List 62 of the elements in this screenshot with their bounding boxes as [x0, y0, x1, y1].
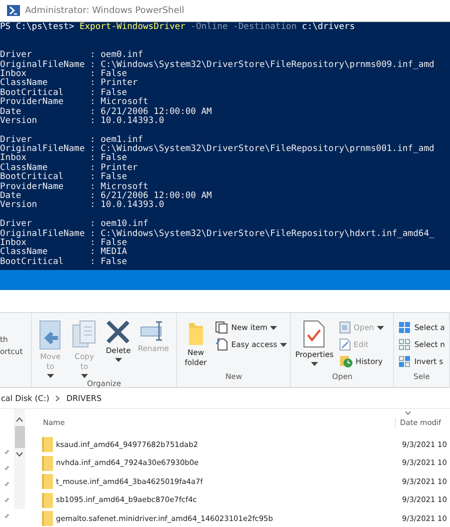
- output-line: Inbox : False: [0, 239, 128, 248]
- select-none-icon: [398, 338, 412, 351]
- output-line: BootCritical : False: [0, 88, 128, 98]
- scroll-down-icon[interactable]: [16, 452, 23, 457]
- powershell-icon: [7, 5, 20, 16]
- pin-icon: [3, 481, 11, 487]
- output-line: Driver : oem0.inf: [0, 51, 143, 60]
- pin-icon: [3, 513, 11, 519]
- breadcrumb-item[interactable]: DRIVERS: [66, 394, 102, 402]
- output-line: Driver : oem10.inf: [0, 220, 148, 230]
- breadcrumb-item[interactable]: cal Disk (C:): [1, 394, 50, 402]
- folder-icon: [42, 473, 53, 490]
- pin-icon: [3, 465, 11, 471]
- close-icon: [106, 320, 130, 344]
- move-to-icon: [38, 320, 62, 350]
- select-all-icon: [398, 321, 412, 334]
- folder-icon: [42, 436, 53, 452]
- history-icon: [338, 355, 353, 368]
- invert-selection-icon: [398, 355, 412, 368]
- window-title: Administrator: Windows PowerShell: [25, 6, 184, 16]
- scroll-thumb[interactable]: [14, 426, 24, 448]
- document-icon: [215, 321, 228, 334]
- folder-icon: [42, 492, 53, 508]
- output-line: ClassName : Printer: [0, 79, 139, 88]
- pencil-document-icon: [338, 338, 351, 351]
- caret-icon: [114, 358, 122, 362]
- output-line: BootCritical : False: [0, 258, 128, 268]
- output-line: Date : 6/21/2006 12:00:00 AM: [0, 108, 213, 117]
- caret-icon: [46, 374, 54, 378]
- output-line: Version : 10.0.14393.0: [0, 116, 166, 126]
- folder-icon: [188, 320, 204, 346]
- caret-icon: [270, 326, 278, 330]
- output-line: ProviderName : Microsoft: [0, 182, 150, 192]
- chevron-right-icon: [55, 394, 60, 402]
- document-icon: [215, 338, 228, 351]
- folder-icon: [42, 454, 53, 471]
- output-line: Date : 6/21/2006 12:00:00 AM: [0, 192, 213, 202]
- output-line: ClassName : Printer: [0, 164, 139, 173]
- caret-icon: [310, 362, 318, 366]
- output-line: BootCritical : False: [0, 173, 128, 182]
- scroll-up-icon[interactable]: [16, 417, 23, 422]
- output-line: Version : 10.0.14393.0: [0, 201, 166, 211]
- checked-document-icon: [303, 320, 326, 348]
- document-icon: [338, 321, 351, 334]
- output-line: OriginalFileName : C:\Windows\System32\DriverStore\FileRepository\prnms001.inf_amd: [0, 145, 436, 154]
- command-line: PS C:\ps\test> Export-WindowsDriver -Online -Destination c:\drivers: [0, 23, 356, 32]
- caret-icon: [80, 374, 88, 378]
- output-line: Inbox : False: [0, 154, 128, 164]
- caret-icon: [280, 342, 288, 346]
- output-line: Inbox : False: [0, 70, 128, 79]
- scrollbar[interactable]: [14, 409, 25, 509]
- pin-icon: [3, 449, 11, 455]
- folder-icon: [42, 510, 53, 526]
- output-line: ClassName : MEDIA: [0, 248, 128, 258]
- copy-icon: [72, 320, 96, 350]
- pin-icon: [3, 497, 11, 503]
- sort-chevron-icon: [405, 411, 411, 415]
- output-line: Driver : oem1.inf: [0, 136, 143, 145]
- output-line: OriginalFileName : C:\Windows\System32\DriverStore\FileRepository\hdxrt.inf_amd64_: [0, 230, 436, 239]
- output-line: OriginalFileName : C:\Windows\System32\DriverStore\FileRepository\prnms009.inf_amd: [0, 60, 436, 70]
- output-line: ProviderName : Microsoft: [0, 98, 150, 108]
- caret-icon: [376, 326, 384, 330]
